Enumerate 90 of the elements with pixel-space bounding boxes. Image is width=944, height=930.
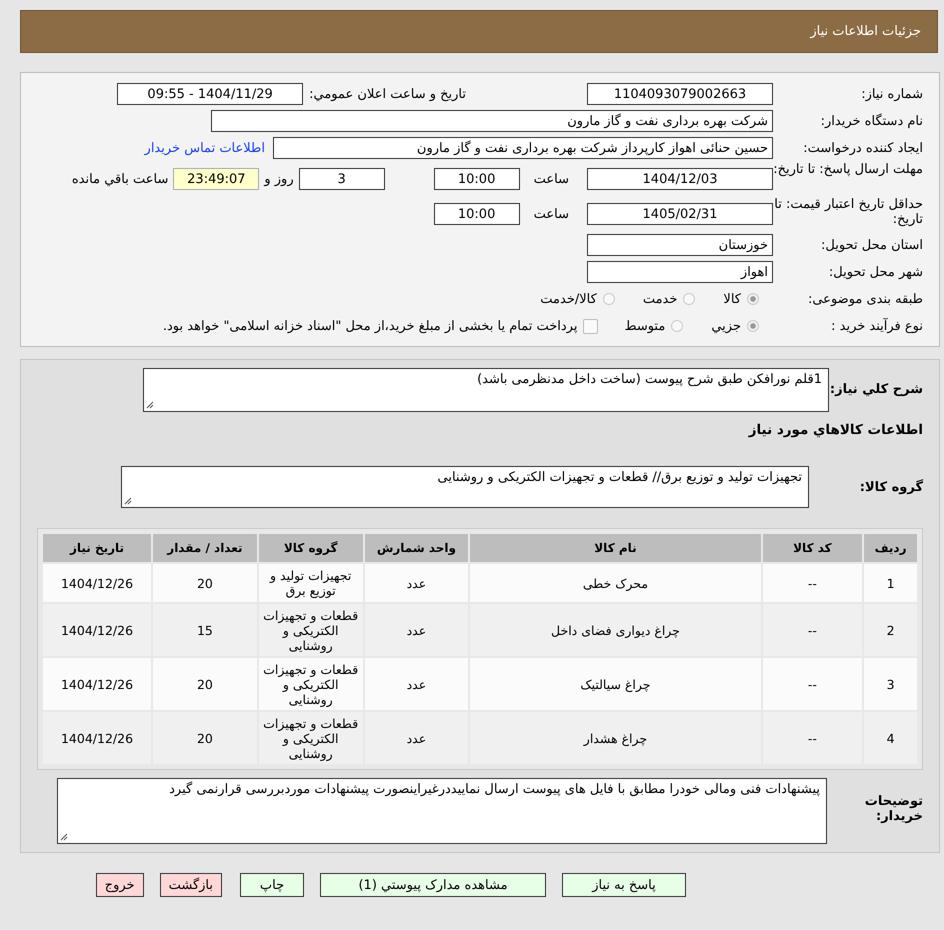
radio-button[interactable] [747,293,759,305]
province-field: خوزستان [587,234,773,256]
table-cell: تجهیزات تولید و توزیع برق [258,564,363,602]
resize-grip-icon [124,497,132,505]
column-header: تاریخ نیاز [43,534,152,562]
radio-label: کالا/خدمت [540,292,597,306]
table-cell: عدد [364,564,468,602]
buyer-notes-text: پیشنهادات فنی ومالی خودرا مطابق با فایل های پیوست ارسال نماییددرغیراینصورت پیشنهادات موردبررسی قرارنمی گیرد [169,782,820,797]
table-cell: چراغ دیواری فضای داخل [470,604,761,656]
checkbox[interactable] [583,318,598,334]
announce-date-field: 1404/11/29 - 09:55 [117,83,304,105]
action-button[interactable]: مشاهده مدارک پیوستي (1) [320,873,546,897]
field-label: گروه کالا: [858,478,923,495]
field-label: ساعت [532,172,570,186]
table-cell: عدد [364,604,468,656]
column-header: کد کالا [762,534,862,562]
table-cell: عدد [364,712,468,764]
field-label: حداقل تاریخ اعتبار قیمت: تا تاریخ: [773,197,923,229]
table-cell: 20 [153,712,257,764]
deadline-time-field: 10:00 [434,168,520,190]
table-cell: چراغ هشدار [470,712,761,764]
field-label: ساعت [532,206,570,222]
table-cell: -- [762,564,862,602]
radio-button[interactable] [683,293,696,305]
field-label: استان محل تحویل: [820,238,923,252]
radio-button[interactable] [602,293,615,305]
city-field: اهواز [587,261,773,283]
column-header: گروه کالا [258,534,363,562]
action-button[interactable]: چاپ [240,873,304,897]
field-label: ایجاد کننده درخواست: [802,140,923,156]
field-label: نام دستگاه خریدار: [820,114,923,128]
table-cell: 20 [153,658,257,710]
deadline-date-field: 1404/12/03 [587,168,773,190]
remaining-time-field: 23:49:07 [173,168,260,190]
action-button[interactable]: خروج [96,873,144,897]
radio-label: کالا [723,292,741,306]
days-field: 3 [298,168,385,190]
buyer-org-field: شرکت بهره برداری نفت و گاز مارون [211,110,773,132]
field-label: طبقه بندی موضوعی: [806,292,923,306]
table-cell: قطعات و تجهیزات الکتریکی و روشنایی [258,712,363,764]
field-label: توضیحات خریدار: [864,793,923,824]
table-cell: 20 [153,564,257,602]
table-cell: 1404/12/26 [43,658,152,710]
action-button[interactable]: بازگشت [160,873,222,897]
checkbox-label: پرداخت تمام یا بخشی از مبلغ خرید،از محل "اسناد خزانه اسلامی" خواهد بود. [162,318,578,334]
table-cell: 15 [153,604,257,656]
description-text: 1قلم نورافکن طبق شرح پیوست (ساخت داخل مدنظرمی باشد) [477,372,822,387]
column-header: تعداد / مقدار [153,534,257,562]
goods-group-text: تجهیزات تولید و توزیع برق// قطعات و تجهیزات الکتریکی و روشنایی [438,470,802,485]
field-label: شهر محل تحویل: [828,264,923,280]
field-label: تاریخ و ساعت اعلان عمومي: [308,86,467,102]
resize-grip-icon [146,401,154,409]
section-heading: اطلاعات کالاهاي مورد نیاز [747,422,923,438]
action-button[interactable]: پاسخ به نیاز [562,873,686,897]
column-header: ردیف [864,534,917,562]
buyer-contact-link[interactable]: اطلاعات تماس خریدار [144,140,265,156]
table-cell: چراغ سیالتیک [470,658,761,710]
radio-button[interactable] [747,320,759,332]
table-cell: 1 [864,564,917,602]
table-cell: محرک خطی [470,564,761,602]
requester-field: حسین حنائی اهواز کارپرداز شرکت بهره برداری نفت و گاز مارون [273,137,773,159]
field-label: روز و [262,172,295,186]
table-cell: 2 [864,604,917,656]
radio-label: جزيي [711,318,741,334]
table-cell: 4 [864,712,917,764]
table-cell: 1404/12/26 [43,604,152,656]
field-label: نوع فرآیند خرید : [830,318,923,334]
field-label: ساعت باقي مانده [70,172,170,186]
column-header: واحد شمارش [364,534,468,562]
field-label: شرح کلي نیاز: [829,381,923,397]
column-header: نام کالا [470,534,761,562]
validity-date-field: 1405/02/31 [587,203,773,225]
table-cell: 3 [864,658,917,710]
radio-label: متوسط [624,318,666,334]
radio-label: خدمت [642,292,678,306]
resize-grip-icon [60,833,68,841]
need-number-field: 1104093079002663 [587,83,773,105]
field-label: مهلت ارسال پاسخ: تا تاریخ: [773,162,923,179]
table-cell: -- [762,658,862,710]
table-cell: -- [762,604,862,656]
table-cell: قطعات و تجهیزات الکتریکی و روشنایی [258,658,363,710]
table-cell: -- [762,712,862,764]
validity-time-field: 10:00 [434,203,520,225]
table-cell: قطعات و تجهیزات الکتریکی و روشنایی [258,604,363,656]
field-label: شماره نیاز: [860,86,923,102]
table-cell: 1404/12/26 [43,712,152,764]
table-cell: عدد [364,658,468,710]
page-title: جزئیات اطلاعات نیاز [810,24,921,39]
radio-button[interactable] [671,320,684,332]
table-cell: 1404/12/26 [43,564,152,602]
